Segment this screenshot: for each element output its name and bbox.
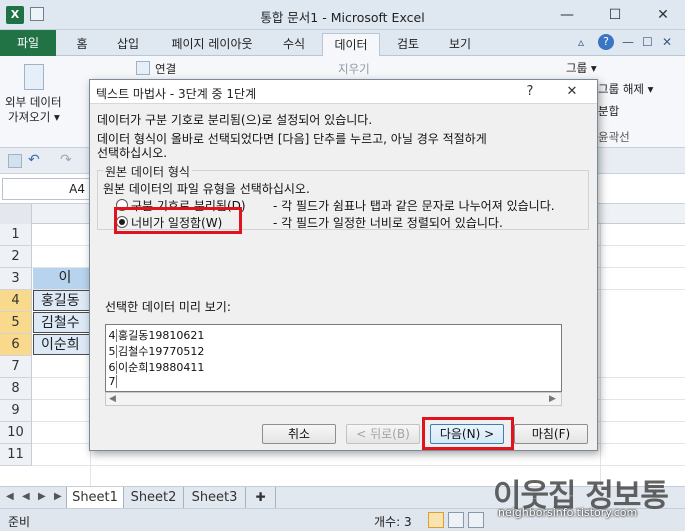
fixed-width-description: - 각 필드가 일정한 너비로 정렬되어 있습니다.: [273, 216, 503, 230]
row-header-10[interactable]: 10: [0, 422, 32, 444]
preview-horizontal-scrollbar[interactable]: ◀ ▶: [105, 392, 562, 406]
minimize-button[interactable]: —: [550, 4, 584, 26]
wizard-info-line3: 선택하십시오.: [97, 146, 168, 160]
tab-page-layout[interactable]: 페이지 레이아웃: [160, 33, 264, 55]
name-box[interactable]: A4: [2, 178, 90, 200]
normal-view-icon[interactable]: [428, 512, 444, 528]
preview-border: [561, 324, 562, 392]
tab-view[interactable]: 보기: [440, 33, 480, 55]
ribbon-tab-row: 파일 홈 삽입 페이지 레이아웃 수식 데이터 검토 보기 ▵ ? — ☐ ✕: [0, 30, 685, 56]
dialog-help-button[interactable]: ?: [518, 82, 542, 102]
row-header-9[interactable]: 9: [0, 400, 32, 422]
tab-home[interactable]: 홈: [66, 33, 98, 55]
tab-insert[interactable]: 삽입: [108, 33, 148, 55]
group-prompt: 원본 데이터의 파일 유형을 선택하십시오.: [103, 182, 310, 196]
sheet-tab-sheet3[interactable]: Sheet3: [184, 487, 246, 508]
sheet-tab-sheet1[interactable]: Sheet1: [66, 487, 124, 508]
workbook-close-icon[interactable]: ✕: [662, 35, 672, 49]
first-sheet-icon[interactable]: ◀: [6, 491, 14, 502]
page-break-view-icon[interactable]: [468, 512, 484, 528]
cell-a3[interactable]: 이: [33, 268, 90, 289]
tab-file[interactable]: 파일: [0, 30, 56, 56]
row-header-6[interactable]: 6: [0, 334, 32, 356]
group-button[interactable]: 그룹 ▾: [566, 60, 597, 76]
preview-row: 5 김철수19770512: [108, 345, 205, 358]
external-data-icon[interactable]: [24, 64, 44, 90]
row-header-4[interactable]: 4: [0, 290, 32, 312]
status-count: 개수: 3: [374, 515, 412, 529]
watermark-url: neighborsinfo.tistory.com: [498, 506, 638, 519]
dialog-close-button[interactable]: ✕: [560, 82, 584, 102]
tab-data[interactable]: 데이터: [322, 33, 380, 56]
help-icon[interactable]: ?: [598, 34, 614, 50]
external-data-label[interactable]: 외부 데이터: [5, 94, 62, 110]
clear-filter-button[interactable]: 지우기: [338, 61, 370, 77]
dialog-title-bar: 텍스트 마법사 - 3단계 중 1단계 ? ✕: [90, 80, 597, 104]
status-ready: 준비: [8, 515, 31, 529]
text-import-wizard-dialog: 텍스트 마법사 - 3단계 중 1단계 ? ✕ 데이터가 구분 기호로 분리됨(…: [89, 79, 598, 451]
connections-button[interactable]: 연결: [155, 61, 176, 77]
ribbon-minimize-icon[interactable]: ▵: [578, 35, 584, 49]
highlight-next-button: [422, 417, 514, 450]
finish-button[interactable]: 마침(F): [514, 424, 588, 444]
row-header-5[interactable]: 5: [0, 312, 32, 334]
tab-review[interactable]: 검토: [388, 33, 428, 55]
tab-formulas[interactable]: 수식: [274, 33, 314, 55]
prev-sheet-icon[interactable]: ◀: [22, 491, 30, 502]
scroll-right-icon[interactable]: ▶: [549, 394, 556, 404]
insert-sheet-icon[interactable]: ✚: [246, 487, 276, 508]
ungroup-button[interactable]: 그룹 해제 ▾: [598, 81, 653, 97]
preview-row: 6 이순희19880411: [108, 361, 205, 374]
close-button[interactable]: ✕: [646, 4, 680, 26]
group-label: 원본 데이터 형식: [103, 163, 192, 180]
cancel-button[interactable]: 취소: [262, 424, 336, 444]
sheet-tab-sheet2[interactable]: Sheet2: [124, 487, 184, 508]
cell-a4[interactable]: 홍길동: [33, 290, 90, 311]
wizard-info-line1: 데이터가 구분 기호로 분리됨(으)로 설정되어 있습니다.: [97, 113, 373, 127]
cell-a6[interactable]: 이순희: [33, 334, 90, 355]
back-button[interactable]: < 뒤로(B): [346, 424, 420, 444]
select-all-corner[interactable]: [0, 204, 32, 224]
row-header-3[interactable]: 3: [0, 268, 32, 290]
connections-icon[interactable]: [136, 61, 150, 75]
save-icon[interactable]: [8, 154, 22, 168]
grid-line: [32, 465, 685, 466]
row-header-7[interactable]: 7: [0, 356, 32, 378]
last-sheet-icon[interactable]: ▶: [54, 491, 62, 502]
redo-icon[interactable]: ↷: [60, 152, 72, 168]
dialog-title: 텍스트 마법사 - 3단계 중 1단계: [96, 87, 257, 101]
column-header-a[interactable]: [32, 204, 90, 224]
data-preview-box[interactable]: 4 홍길동19810621 5 김철수19770512 6 이순희19880411 7: [105, 324, 562, 392]
row-header-2[interactable]: 2: [0, 246, 32, 268]
restore-button[interactable]: ☐: [598, 4, 632, 26]
external-data-label-2[interactable]: 가져오기 ▾: [8, 109, 60, 125]
row-header-8[interactable]: 8: [0, 378, 32, 400]
grid-line: [600, 224, 601, 486]
workbook-restore-icon[interactable]: ☐: [642, 35, 653, 49]
row-header-11[interactable]: 11: [0, 444, 32, 466]
title-bar: X 통합 문서1 - Microsoft Excel — ☐ ✕: [0, 0, 685, 30]
row-header-1[interactable]: 1: [0, 224, 32, 246]
cell-a5[interactable]: 김철수: [33, 312, 90, 333]
next-sheet-icon[interactable]: ▶: [38, 491, 46, 502]
subtotal-button[interactable]: 분합: [598, 103, 619, 119]
delimited-description: - 각 필드가 쉼표나 탭과 같은 문자로 나누어져 있습니다.: [273, 199, 555, 213]
outline-group-label: 윤곽선: [598, 130, 630, 144]
preview-label: 선택한 데이터 미리 보기:: [105, 300, 231, 314]
highlight-fixed-width: [114, 207, 242, 234]
page-layout-view-icon[interactable]: [448, 512, 464, 528]
preview-row: 7: [108, 375, 117, 388]
preview-row: 4 홍길동19810621: [108, 329, 205, 342]
workbook-minimize-icon[interactable]: —: [622, 35, 634, 49]
undo-icon[interactable]: ↶: [28, 152, 40, 168]
scroll-left-icon[interactable]: ◀: [109, 394, 116, 404]
